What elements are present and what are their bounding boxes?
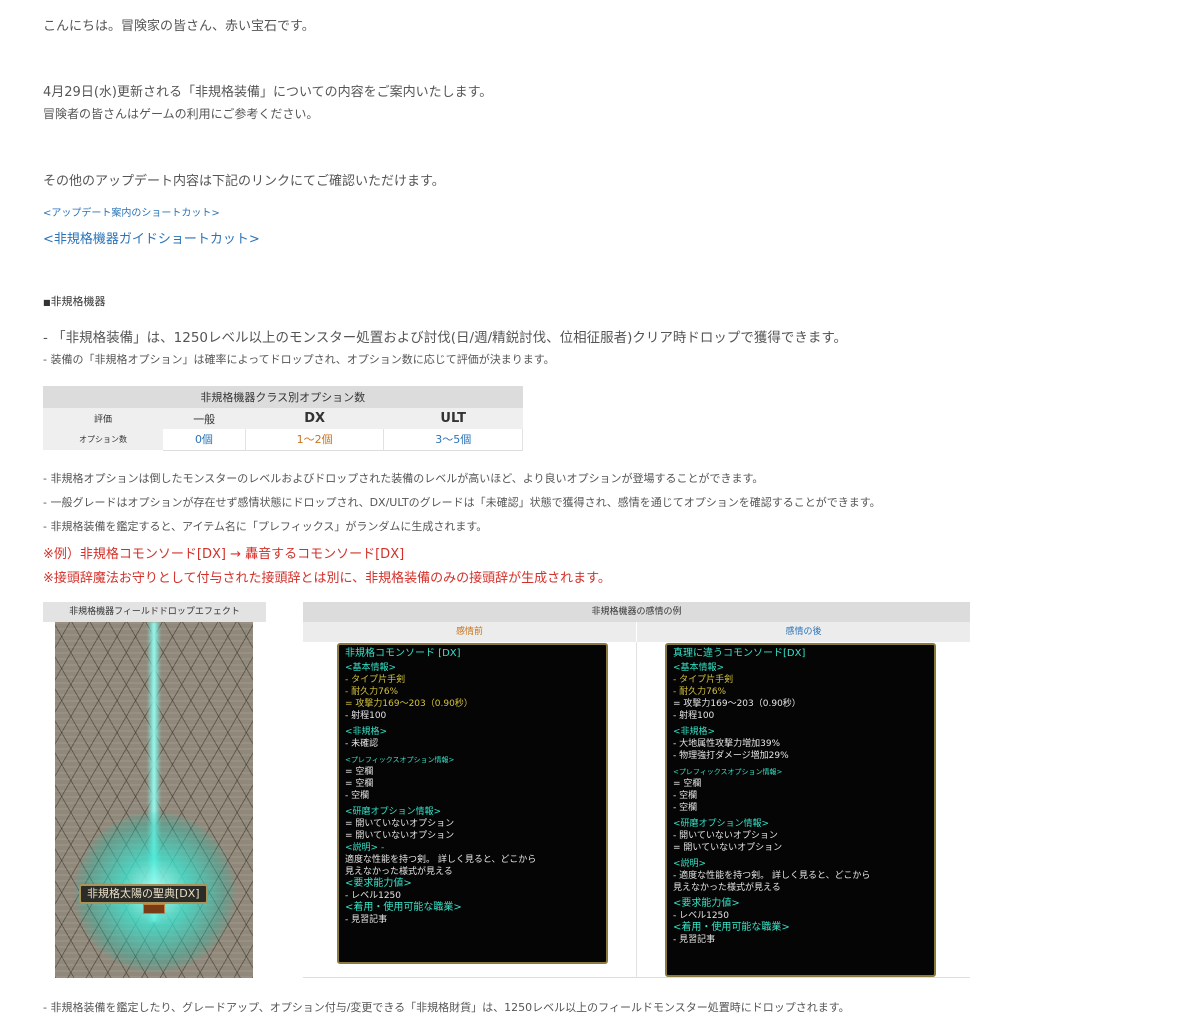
- prefix-line: = 空欄: [345, 767, 374, 777]
- section-polish: <研磨オプション情報>: [673, 819, 770, 829]
- section-polish: <研磨オプション情報>: [345, 807, 442, 817]
- section-description: <説明>: [673, 859, 707, 869]
- class-table-title: 非規格機器クラス別オプション数: [43, 386, 523, 408]
- section-basic: <基本情報>: [345, 663, 397, 673]
- stat-type: - タイプ片手剣: [673, 675, 734, 685]
- tooltip-before: 非規格コモンソード [DX] <基本情報> - タイプ片手剣 - 耐久力76% …: [337, 643, 608, 964]
- stat-range: - 射程100: [345, 711, 387, 721]
- class-option-table: 非規格機器クラス別オプション数 評価 一般 DX ULT オプション数 0個 1…: [43, 386, 523, 451]
- count-normal: 0個: [163, 429, 246, 451]
- count-dx: 1～2個: [245, 429, 385, 451]
- nonstd-line: - 物理強打ダメージ増加29%: [673, 751, 789, 761]
- polish-line: = 開いていないオプション: [345, 819, 455, 829]
- item-name: 真理に違うコモンソード[DX]: [673, 648, 806, 659]
- row-label-option-count: オプション数: [43, 429, 163, 450]
- section-requirements: <要求能力値>: [345, 878, 412, 889]
- stat-durability: - 耐久力76%: [673, 687, 727, 697]
- section-nonstandard: <非規格>: [345, 727, 388, 737]
- section-prefix: <プレフィックスオプション情報>: [345, 756, 455, 764]
- section-jobs: <着用・使用可能な職業>: [345, 902, 462, 913]
- grade-dx: DX: [245, 408, 384, 429]
- polish-line: = 開いていないオプション: [673, 843, 783, 853]
- stat-range: - 射程100: [673, 711, 715, 721]
- polish-line: = 開いていないオプション: [345, 831, 455, 841]
- section-title: 非規格機器: [50, 295, 106, 308]
- section-prefix: <プレフィックスオプション情報>: [673, 768, 783, 776]
- section-basic: <基本情報>: [673, 663, 725, 673]
- example-note: ※例）非規格コモンソード[DX] → 轟音するコモンソード[DX]: [43, 547, 405, 562]
- description-line: 適度な性能を持つ剣。 詳しく見ると、どこから: [345, 855, 537, 865]
- section-heading: ■非規格機器: [43, 293, 106, 309]
- prefix-warning: ※接頭辞魔法お守りとして付与された接頭辞とは別に、非規格装備のみの接頭辞が生成さ…: [43, 571, 611, 586]
- section-desc-1: - 「非規格装備」は、1250レベル以上のモンスター処置および討伐(日/週/精鋭…: [43, 330, 848, 346]
- job-line: - 見習記事: [345, 915, 388, 925]
- description-line: 見えなかった様式が見える: [345, 867, 453, 877]
- note-1: - 非規格オプションは倒したモンスターのレベルおよびドロップされた装備のレベルが…: [43, 472, 764, 485]
- before-appraisal-label: 感情前: [303, 622, 636, 642]
- grade-normal: 一般: [163, 408, 246, 429]
- field-effect-title: 非規格機器フィールドドロップエフェクト: [43, 602, 266, 622]
- nonstd-line: - 未確認: [345, 739, 379, 749]
- update-shortcut-link[interactable]: <アップデート案内のショートカット>: [43, 204, 220, 219]
- section-requirements: <要求能力値>: [673, 898, 740, 909]
- prefix-line: - 空欄: [673, 791, 698, 801]
- intro-line-3: その他のアップデート内容は下記のリンクにてご確認いただけます。: [43, 174, 445, 189]
- count-ult: 3～5個: [383, 429, 523, 451]
- intro-line-2: 冒険者の皆さんはゲームの利用にご参考ください。: [43, 107, 319, 121]
- polish-line: - 開いていないオプション: [673, 831, 778, 841]
- stat-attack: = 攻撃力169～203（0.90秒）: [673, 699, 801, 709]
- after-appraisal-label: 感情の後: [637, 622, 970, 642]
- section-nonstandard: <非規格>: [673, 727, 716, 737]
- section-bullet-icon: ■: [43, 298, 51, 307]
- description-line: 見えなかった様式が見える: [673, 883, 781, 893]
- grade-ult: ULT: [383, 408, 523, 429]
- requirement-line: - レベル1250: [345, 891, 402, 901]
- dropped-book-icon: [143, 904, 165, 914]
- appraisal-title: 非規格機器の感情の例: [303, 602, 970, 622]
- prefix-line: = 空欄: [673, 779, 702, 789]
- field-drop-effect-image: 非規格太陽の聖典[DX]: [55, 622, 253, 978]
- greeting-text: こんにちは。冒険家の皆さん、赤い宝石です。: [43, 19, 315, 34]
- item-name: 非規格コモンソード [DX]: [345, 648, 461, 659]
- stat-attack: = 攻撃力169～203（0.90秒）: [345, 699, 473, 709]
- note-3: - 非規格装備を鑑定すると、アイテム名に「プレフィックス」がランダムに生成されま…: [43, 520, 488, 533]
- section-desc-2: - 装備の「非規格オプション」は確率によってドロップされ、オプション数に応じて評…: [43, 353, 555, 366]
- prefix-line: = 空欄: [345, 779, 374, 789]
- intro-line-1: 4月29日(水)更新される「非規格装備」についての内容をご案内いたします。: [43, 85, 493, 100]
- prefix-line: - 空欄: [673, 803, 698, 813]
- job-line: - 見習記事: [673, 935, 716, 945]
- footer-note: - 非規格装備を鑑定したり、グレードアップ、オプション付与/変更できる「非規格財…: [43, 1001, 850, 1014]
- stat-type: - タイプ片手剣: [345, 675, 406, 685]
- section-description: <説明> -: [345, 843, 385, 853]
- section-jobs: <着用・使用可能な職業>: [673, 922, 790, 933]
- stat-durability: - 耐久力76%: [345, 687, 399, 697]
- tooltip-after: 真理に違うコモンソード[DX] <基本情報> - タイプ片手剣 - 耐久力76%…: [665, 643, 936, 977]
- appraisal-divider: [636, 642, 637, 978]
- requirement-line: - レベル1250: [673, 911, 730, 921]
- nonstd-line: - 大地属性攻撃力増加39%: [673, 739, 781, 749]
- dropped-item-nameplate: 非規格太陽の聖典[DX]: [79, 884, 208, 904]
- row-header-grade: 評価: [43, 408, 163, 429]
- prefix-line: - 空欄: [345, 791, 370, 801]
- note-2: - 一般グレードはオプションが存在せず感情状態にドロップされ、DX/ULTのグレ…: [43, 496, 881, 509]
- guide-shortcut-link[interactable]: <非規格機器ガイドショートカット>: [43, 228, 260, 247]
- description-line: - 適度な性能を持つ剣。 詳しく見ると、どこから: [673, 871, 871, 881]
